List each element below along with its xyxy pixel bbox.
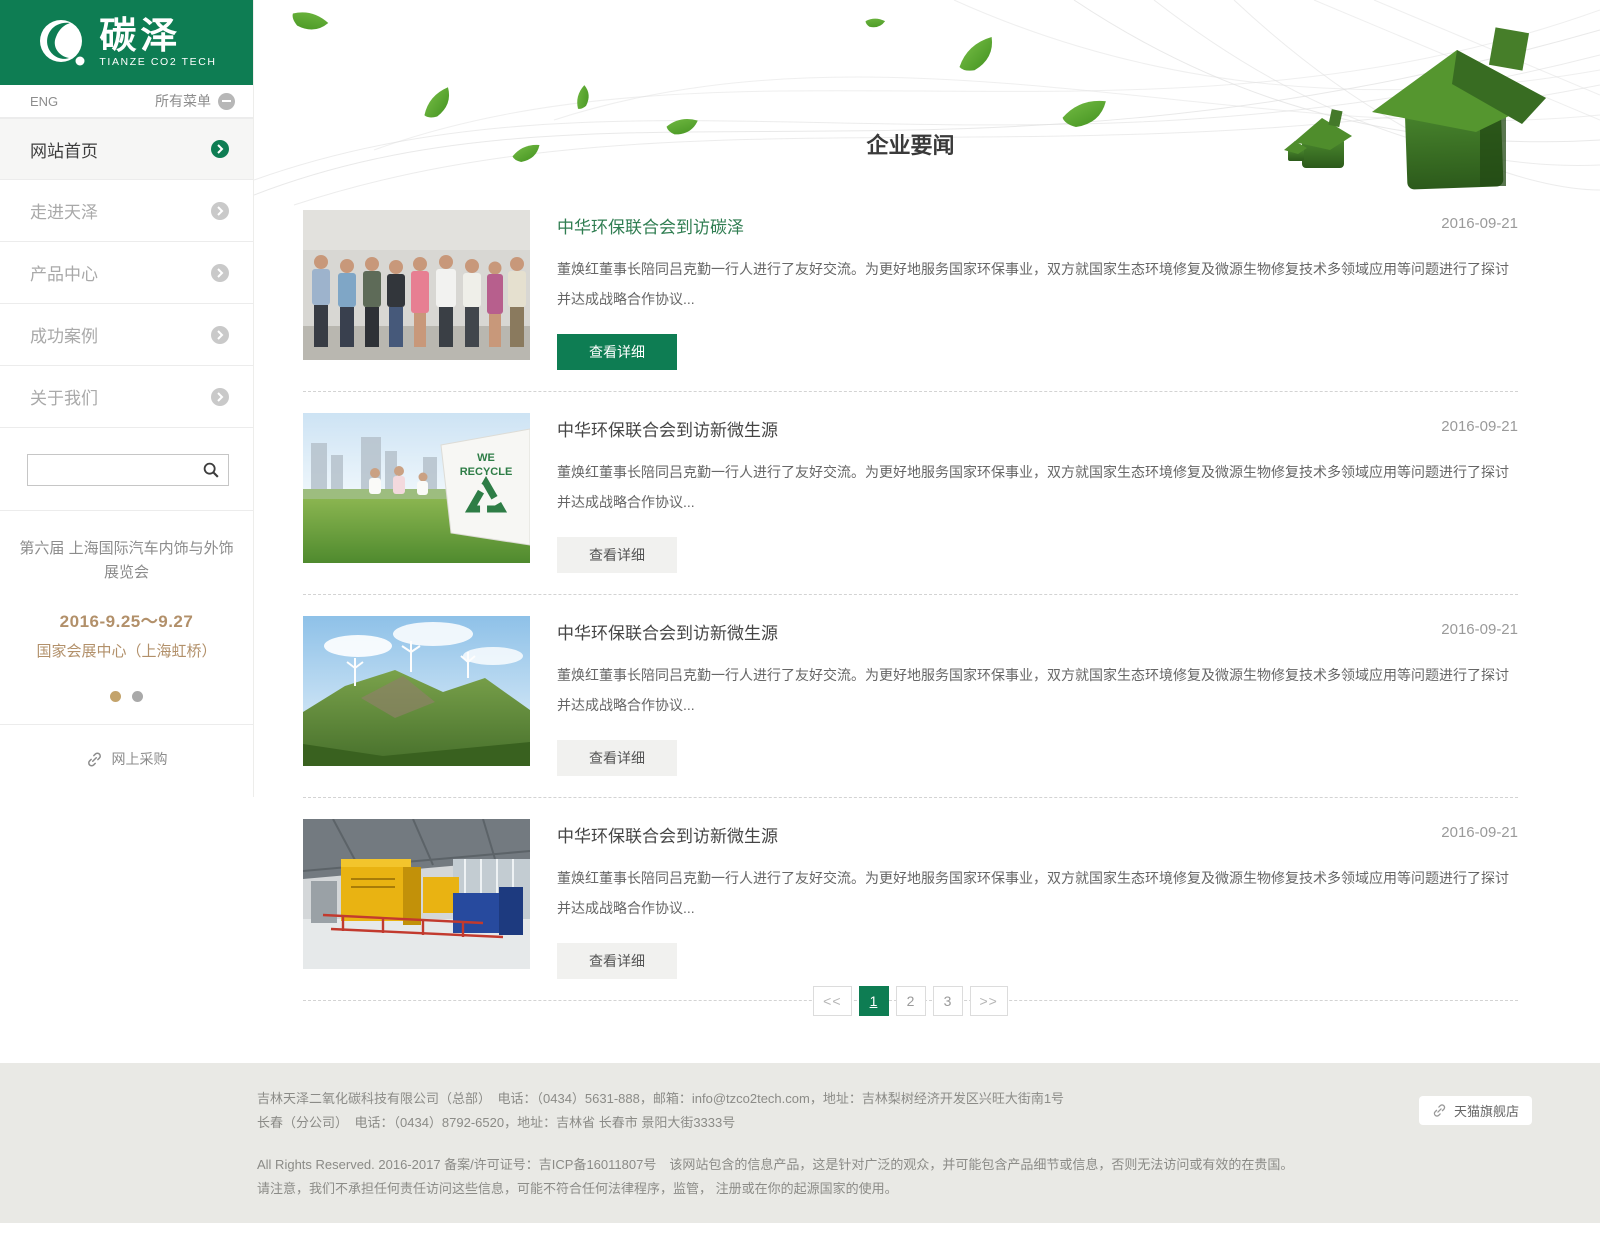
logo[interactable]: 碳泽 TIANZE CO2 TECH	[0, 0, 253, 85]
sidebar-item-home[interactable]: 网站首页	[0, 118, 253, 180]
news-title[interactable]: 中华环保联合会到访新微生源	[557, 822, 778, 847]
footer-rights-line1: All Rights Reserved. 2016-2017 备案/许可证号：吉…	[257, 1153, 1357, 1177]
sidebar-item-label: 关于我们	[30, 384, 98, 409]
event-title-line2: 展览会	[14, 561, 239, 585]
logo-leaf-icon	[36, 15, 90, 71]
logo-text: 碳泽 TIANZE CO2 TECH	[99, 18, 216, 68]
footer-company-line1: 吉林天泽二氧化碳科技有限公司（总部） 电话：（0434）5631-888，邮箱：…	[257, 1087, 1357, 1111]
chevron-right-icon	[211, 264, 229, 282]
link-icon	[86, 751, 103, 768]
view-details-button[interactable]: 查看详细	[557, 740, 677, 776]
event-date: 2016-9.25～9.27	[14, 607, 239, 632]
pagination-page-2[interactable]: 2	[896, 986, 926, 1016]
wave-lines	[254, 0, 1600, 205]
news-thumbnail-group-photo[interactable]	[303, 210, 530, 360]
online-procurement-label: 网上采购	[112, 749, 168, 769]
news-body: 中华环保联合会到访新微生源 2016-09-21 董焕红董事长陪同吕克勤一行人进…	[557, 616, 1518, 776]
sidebar-item-label: 成功案例	[30, 322, 98, 347]
news-item: 中华环保联合会到访新微生源 2016-09-21 董焕红董事长陪同吕克勤一行人进…	[303, 819, 1518, 1001]
event-venue: 国家会展中心（上海虹桥）	[14, 640, 239, 661]
event-title-line1: 第六届 上海国际汽车内饰与外饰	[14, 537, 239, 561]
header-decoration	[254, 0, 1600, 215]
chevron-right-icon	[211, 326, 229, 344]
carousel-dot-1[interactable]	[110, 691, 121, 702]
pagination-prev[interactable]: <<	[813, 986, 851, 1016]
footer-rights-line2: 请注意，我们不承担任何责任访问这些信息，可能不符合任何法律程序，监管， 注册或在…	[257, 1177, 1357, 1201]
search-input[interactable]	[28, 456, 194, 484]
search-button[interactable]	[194, 455, 228, 485]
news-title[interactable]: 中华环保联合会到访新微生源	[557, 416, 778, 441]
sidebar: 碳泽 TIANZE CO2 TECH ENG 所有菜单 网站首页 走进天泽 产品…	[0, 0, 254, 797]
page-title: 企业要闻	[303, 128, 1518, 160]
news-title[interactable]: 中华环保联合会到访碳泽	[557, 213, 744, 238]
svg-text:WE: WE	[477, 452, 495, 464]
view-details-button[interactable]: 查看详细	[557, 943, 677, 979]
news-thumbnail-factory-hall[interactable]	[303, 819, 530, 969]
news-excerpt: 董焕红董事长陪同吕克勤一行人进行了友好交流。为更好地服务国家环保事业，双方就国家…	[557, 863, 1518, 923]
pagination-next[interactable]: >>	[970, 986, 1008, 1016]
news-item: WE RECYCLE 中华环保联合会到访新微生源 2016-09-21 董焕红董…	[303, 413, 1518, 595]
tmall-store-label: 天猫旗舰店	[1454, 1101, 1519, 1120]
sidebar-item-about-tianze[interactable]: 走进天泽	[0, 180, 253, 242]
pagination-page-1[interactable]: 1	[859, 986, 889, 1016]
news-date: 2016-09-21	[1441, 418, 1518, 435]
news-thumbnail-we-recycle[interactable]: WE RECYCLE	[303, 413, 530, 563]
sidebar-item-label: 走进天泽	[30, 198, 98, 223]
news-item: 中华环保联合会到访碳泽 2016-09-21 董焕红董事长陪同吕克勤一行人进行了…	[303, 210, 1518, 392]
event-banner: 第六届 上海国际汽车内饰与外饰 展览会 2016-9.25～9.27 国家会展中…	[0, 511, 253, 725]
top-bar: ENG 所有菜单	[0, 85, 253, 118]
news-title[interactable]: 中华环保联合会到访新微生源	[557, 619, 778, 644]
news-list: 中华环保联合会到访碳泽 2016-09-21 董焕红董事长陪同吕克勤一行人进行了…	[303, 210, 1518, 1022]
view-details-button[interactable]: 查看详细	[557, 537, 677, 573]
lang-switch[interactable]: ENG	[30, 94, 58, 109]
news-body: 中华环保联合会到访碳泽 2016-09-21 董焕红董事长陪同吕克勤一行人进行了…	[557, 210, 1518, 370]
search-icon	[202, 461, 220, 479]
pagination: << 1 2 3 >>	[303, 986, 1518, 1016]
sidebar-item-cases[interactable]: 成功案例	[0, 304, 253, 366]
grass-house-icon	[1284, 27, 1546, 189]
view-details-button[interactable]: 查看详细	[557, 334, 677, 370]
link-icon	[1432, 1103, 1447, 1118]
all-menu-toggle[interactable]: 所有菜单	[155, 91, 235, 111]
page: 碳泽 TIANZE CO2 TECH ENG 所有菜单 网站首页 走进天泽 产品…	[0, 0, 1600, 1248]
news-excerpt: 董焕红董事长陪同吕克勤一行人进行了友好交流。为更好地服务国家环保事业，双方就国家…	[557, 254, 1518, 314]
footer-text: 吉林天泽二氧化碳科技有限公司（总部） 电话：（0434）5631-888，邮箱：…	[257, 1087, 1357, 1201]
search-box	[27, 454, 229, 486]
news-body: 中华环保联合会到访新微生源 2016-09-21 董焕红董事长陪同吕克勤一行人进…	[557, 413, 1518, 573]
chevron-right-icon	[211, 388, 229, 406]
tmall-store-button[interactable]: 天猫旗舰店	[1419, 1096, 1532, 1125]
sidebar-item-label: 网站首页	[30, 137, 98, 162]
all-menu-label: 所有菜单	[155, 91, 211, 111]
pagination-page-3[interactable]: 3	[933, 986, 963, 1016]
footer: 吉林天泽二氧化碳科技有限公司（总部） 电话：（0434）5631-888，邮箱：…	[0, 1063, 1600, 1223]
news-date: 2016-09-21	[1441, 621, 1518, 638]
minus-circle-icon	[218, 93, 235, 110]
news-body: 中华环保联合会到访新微生源 2016-09-21 董焕红董事长陪同吕克勤一行人进…	[557, 819, 1518, 979]
logo-cn: 碳泽	[99, 18, 216, 54]
chevron-right-icon	[211, 202, 229, 220]
news-item: 中华环保联合会到访新微生源 2016-09-21 董焕红董事长陪同吕克勤一行人进…	[303, 616, 1518, 798]
logo-en: TIANZE CO2 TECH	[99, 56, 216, 68]
footer-company-line2: 长春（分公司） 电话：（0434）8792-6520，地址：吉林省 长春市 景阳…	[257, 1111, 1357, 1135]
sidebar-item-products[interactable]: 产品中心	[0, 242, 253, 304]
chevron-right-icon	[211, 140, 229, 158]
online-procurement-link[interactable]: 网上采购	[0, 725, 253, 797]
news-thumbnail-wind-landscape[interactable]	[303, 616, 530, 766]
search-panel	[0, 428, 253, 511]
news-excerpt: 董焕红董事长陪同吕克勤一行人进行了友好交流。为更好地服务国家环保事业，双方就国家…	[557, 457, 1518, 517]
sidebar-item-label: 产品中心	[30, 260, 98, 285]
carousel-dots	[14, 691, 239, 702]
news-date: 2016-09-21	[1441, 824, 1518, 841]
carousel-dot-2[interactable]	[132, 691, 143, 702]
sidebar-item-about-us[interactable]: 关于我们	[0, 366, 253, 428]
news-excerpt: 董焕红董事长陪同吕克勤一行人进行了友好交流。为更好地服务国家环保事业，双方就国家…	[557, 660, 1518, 720]
news-date: 2016-09-21	[1441, 215, 1518, 232]
